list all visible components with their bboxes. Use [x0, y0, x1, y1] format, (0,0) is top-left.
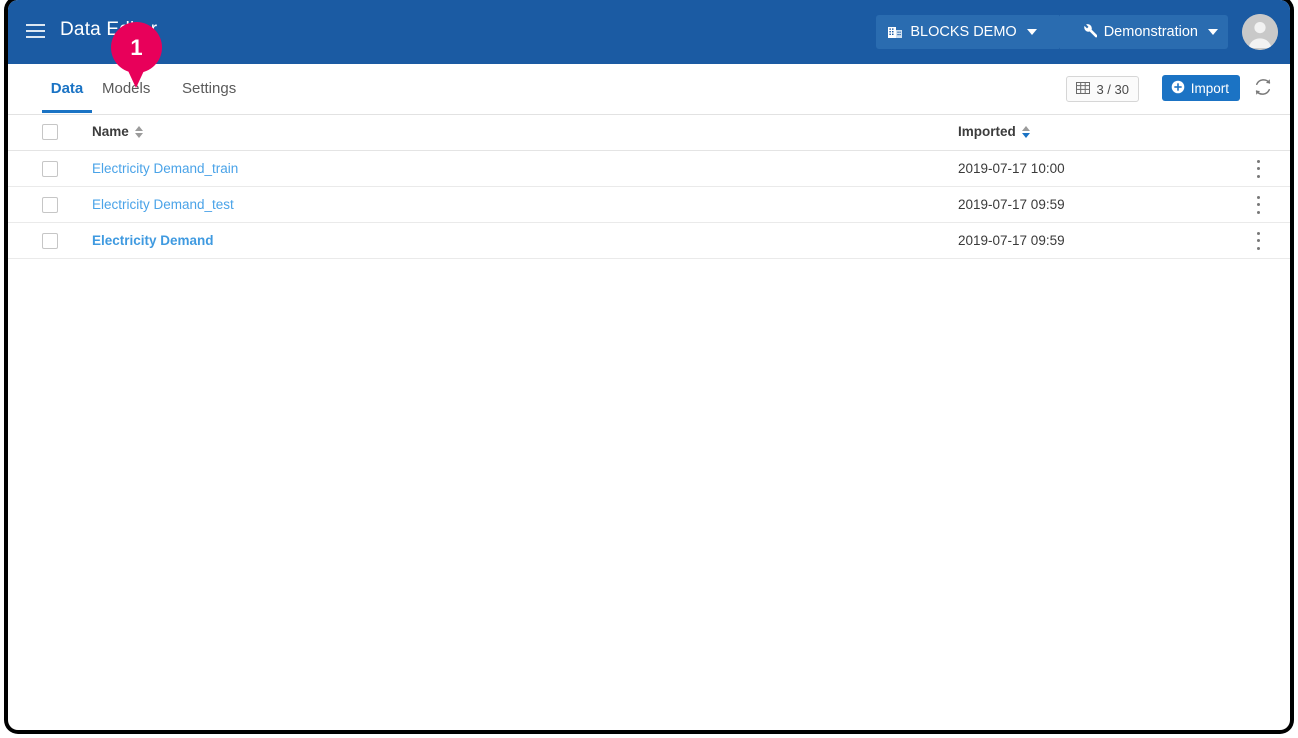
column-header-imported[interactable]: Imported: [958, 123, 1238, 141]
hamburger-line: [26, 24, 45, 26]
hamburger-line: [26, 36, 45, 38]
kebab-menu-icon[interactable]: [1250, 194, 1266, 216]
hamburger-menu-icon[interactable]: [23, 20, 49, 44]
tab-models[interactable]: Models: [102, 64, 150, 113]
table-row[interactable]: Electricity Demand 2019-07-17 09:59: [8, 223, 1290, 259]
row-select-cell: [8, 196, 92, 213]
column-header-imported-label: Imported: [958, 124, 1016, 139]
imported-timestamp: 2019-07-17 09:59: [958, 196, 1065, 212]
row-name-cell: Electricity Demand_train: [92, 160, 958, 178]
row-select-cell: [8, 232, 92, 249]
context-breadcrumb: BLOCKS DEMO Demonstration: [876, 15, 1228, 49]
row-imported-cell: 2019-07-17 09:59: [958, 232, 1238, 250]
dataset-link[interactable]: Electricity Demand_test: [92, 197, 234, 212]
row-name-cell: Electricity Demand_test: [92, 196, 958, 214]
imported-timestamp: 2019-07-17 10:00: [958, 160, 1065, 176]
environment-label: Demonstration: [1103, 24, 1198, 40]
datasets-table: Name Imported Electricity Demand_train 2…: [8, 114, 1290, 259]
column-header-name[interactable]: Name: [92, 123, 958, 141]
kebab-menu-icon[interactable]: [1250, 158, 1266, 180]
import-button-label: Import: [1190, 80, 1229, 96]
wrench-icon: [1080, 23, 1097, 41]
tab-data[interactable]: Data: [42, 64, 92, 113]
table-row[interactable]: Electricity Demand_train 2019-07-17 10:0…: [8, 151, 1290, 187]
column-header-name-label: Name: [92, 124, 129, 139]
row-imported-cell: 2019-07-17 09:59: [958, 196, 1238, 214]
sort-indicator-name-icon[interactable]: [134, 125, 143, 138]
table-header-row: Name Imported: [8, 114, 1290, 151]
select-all-cell: [8, 124, 92, 140]
dataset-link[interactable]: Electricity Demand: [92, 233, 214, 248]
row-menu-cell: [1238, 230, 1278, 252]
workspace-label: BLOCKS DEMO: [910, 24, 1017, 40]
row-checkbox[interactable]: [42, 160, 58, 177]
refresh-icon[interactable]: [1252, 76, 1276, 100]
building-icon: [887, 24, 903, 40]
sort-indicator-imported-icon[interactable]: [1021, 125, 1030, 138]
hamburger-line: [26, 30, 45, 32]
tab-strip: Data Models Settings 3 / 30 Import: [8, 64, 1290, 115]
row-checkbox[interactable]: [42, 232, 58, 249]
import-button[interactable]: Import: [1161, 75, 1240, 101]
avatar[interactable]: [1242, 14, 1278, 50]
plus-circle-icon: [1171, 80, 1185, 97]
environment-selector[interactable]: Demonstration: [1059, 15, 1228, 49]
chevron-down-icon: [1208, 29, 1218, 35]
dataset-count-label: 3 / 30: [1096, 81, 1129, 97]
chevron-down-icon: [1026, 29, 1037, 35]
user-avatar-icon: [1242, 14, 1278, 50]
row-menu-cell: [1238, 158, 1278, 180]
app-bar: Data Editor BLOCKS DEMO Demonstration: [8, 0, 1290, 64]
imported-timestamp: 2019-07-17 09:59: [958, 232, 1065, 248]
row-select-cell: [8, 160, 92, 177]
application-window: Data Editor BLOCKS DEMO Demonstration Da…: [8, 0, 1290, 730]
row-imported-cell: 2019-07-17 10:00: [958, 160, 1238, 178]
table-icon: [1076, 81, 1091, 97]
row-checkbox[interactable]: [42, 196, 58, 213]
dataset-link[interactable]: Electricity Demand_train: [92, 161, 238, 176]
table-row[interactable]: Electricity Demand_test 2019-07-17 09:59: [8, 187, 1290, 223]
workspace-selector[interactable]: BLOCKS DEMO: [876, 15, 1073, 49]
dataset-count-badge: 3 / 30: [1066, 76, 1139, 102]
row-menu-cell: [1238, 194, 1278, 216]
row-name-cell: Electricity Demand: [92, 232, 958, 250]
tab-settings[interactable]: Settings: [182, 64, 236, 113]
page-title: Data Editor: [60, 19, 158, 40]
select-all-checkbox[interactable]: [42, 124, 58, 140]
kebab-menu-icon[interactable]: [1250, 230, 1266, 252]
